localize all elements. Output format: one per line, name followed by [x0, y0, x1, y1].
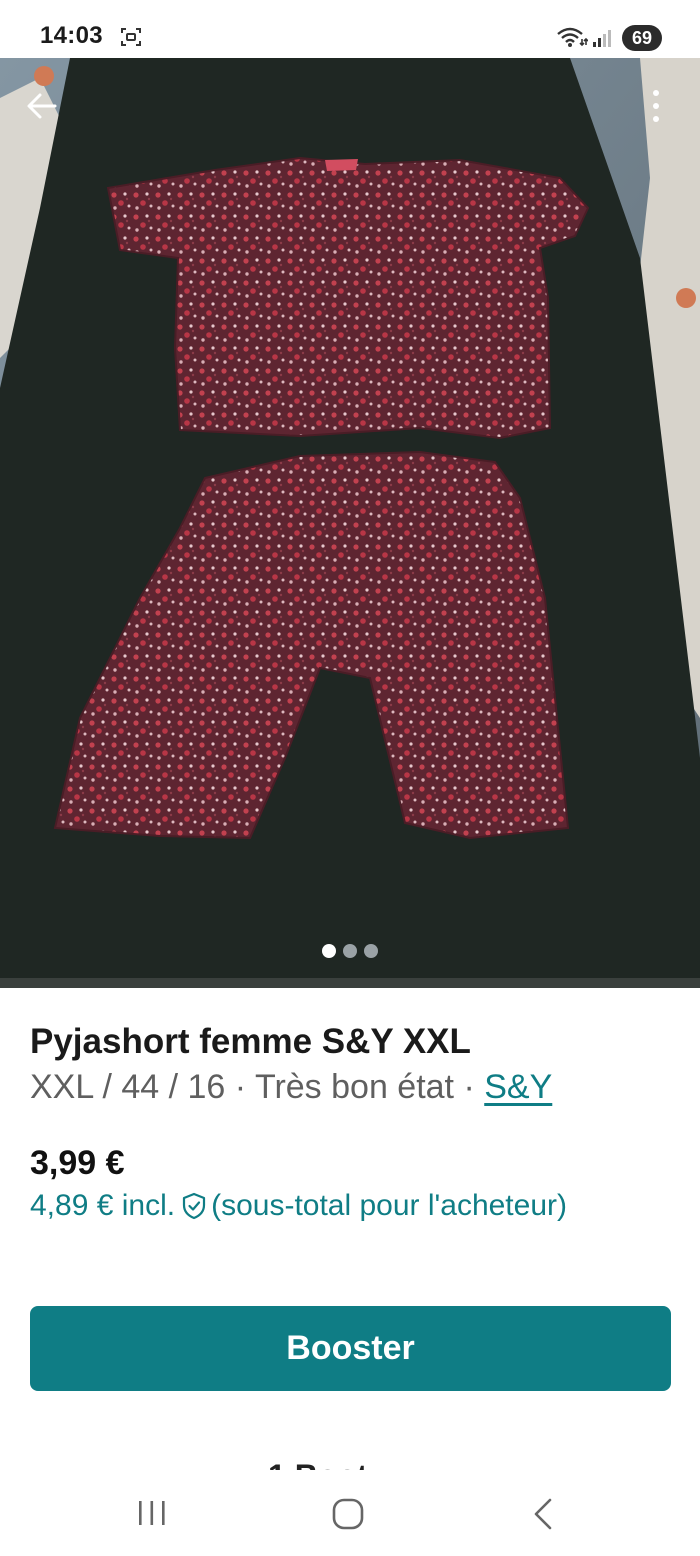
chevron-left-icon [534, 1498, 552, 1530]
recents-icon [139, 1501, 165, 1525]
more-options-button[interactable] [634, 82, 678, 130]
system-navigation-bar [0, 1470, 700, 1556]
item-condition: Très bon état [254, 1068, 455, 1106]
separator: · [225, 1068, 255, 1106]
arrow-left-icon [27, 93, 57, 119]
home-button[interactable] [326, 1494, 370, 1534]
gallery-dot[interactable] [343, 944, 357, 958]
gallery-dot-active[interactable] [322, 944, 336, 958]
signal-icon [592, 28, 612, 48]
item-photo [0, 58, 700, 988]
item-photo-gallery[interactable] [0, 58, 700, 988]
separator: · [454, 1068, 485, 1106]
home-icon [332, 1498, 364, 1530]
system-back-button[interactable] [524, 1494, 564, 1534]
buyer-price-info[interactable]: 4,89 € incl. (sous-total pour l'acheteur… [30, 1189, 567, 1223]
buyer-price-amount: 4,89 € incl. [30, 1189, 176, 1222]
more-vertical-icon [653, 90, 659, 122]
booster-button[interactable]: Booster [30, 1306, 671, 1391]
buyer-price-note: (sous-total pour l'acheteur) [211, 1189, 567, 1222]
status-bar: 14:03 69 [0, 0, 700, 58]
back-button[interactable] [18, 82, 66, 130]
gallery-dot[interactable] [364, 944, 378, 958]
item-title: Pyjashort femme S&Y XXL [30, 1022, 471, 1061]
wifi-icon [556, 26, 589, 48]
partially-visible-text: 1 Boot [268, 1456, 368, 1470]
gallery-pagination [0, 944, 700, 958]
item-price: 3,99 € [30, 1144, 125, 1182]
brand-link[interactable]: S&Y [484, 1068, 552, 1106]
screenshot-icon [120, 27, 142, 47]
battery-indicator: 69 [622, 25, 662, 51]
status-time: 14:03 [40, 22, 103, 49]
item-size: XXL / 44 / 16 [30, 1068, 226, 1106]
shield-check-icon [181, 1192, 207, 1220]
item-attributes: XXL / 44 / 16 · Très bon état · S&Y [30, 1068, 552, 1107]
recent-apps-button[interactable] [130, 1496, 174, 1530]
